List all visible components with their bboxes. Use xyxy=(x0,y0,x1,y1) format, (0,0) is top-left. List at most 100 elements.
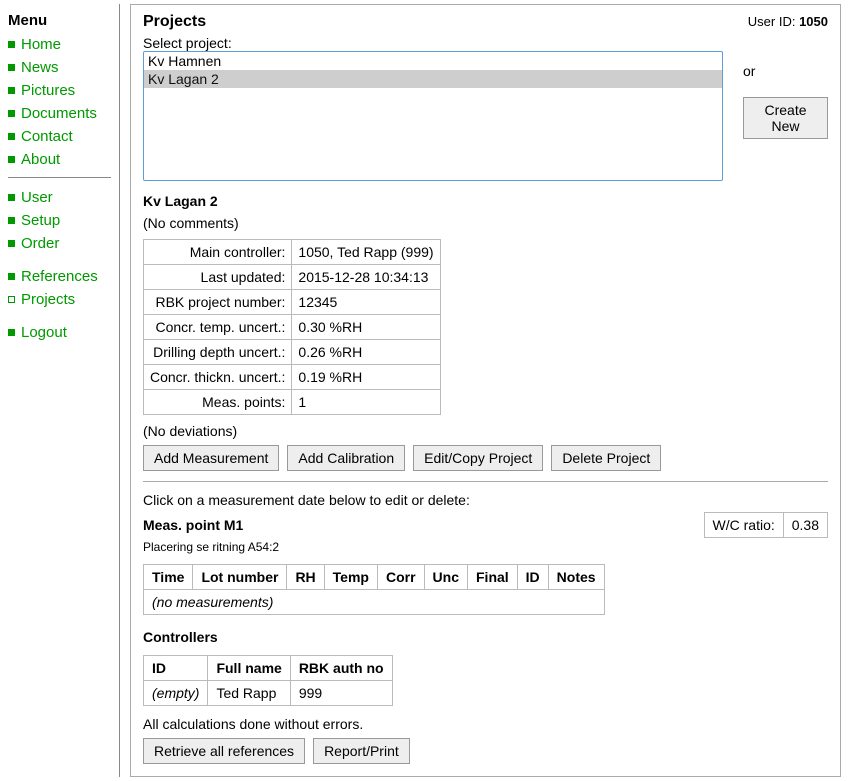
project-select[interactable]: Kv HamnenKv Lagan 2 xyxy=(143,51,723,181)
project-comments: (No comments) xyxy=(143,215,828,231)
sidebar-item-label: References xyxy=(21,268,98,285)
bullet-icon xyxy=(8,87,15,94)
user-id: User ID: 1050 xyxy=(748,14,828,29)
sidebar-item-label: User xyxy=(21,189,53,206)
sidebar-item-about[interactable]: About xyxy=(8,148,111,171)
column-header: Lot number xyxy=(193,565,287,590)
sidebar-item-news[interactable]: News xyxy=(8,56,111,79)
table-row: (empty)Ted Rapp999 xyxy=(144,681,393,706)
detail-row: Concr. temp. uncert.:0.30 %RH xyxy=(144,315,441,340)
detail-row: Main controller:1050, Ted Rapp (999) xyxy=(144,240,441,265)
divider xyxy=(143,481,828,482)
no-measurements-text: (no measurements) xyxy=(144,590,605,615)
detail-row: Meas. points:1 xyxy=(144,390,441,415)
sidebar-item-home[interactable]: Home xyxy=(8,33,111,56)
bullet-icon xyxy=(8,110,15,117)
bullet-icon xyxy=(8,41,15,48)
bullet-icon xyxy=(8,217,15,224)
measurements-table: TimeLot numberRHTempCorrUncFinalIDNotes(… xyxy=(143,564,605,615)
sidebar-item-setup[interactable]: Setup xyxy=(8,209,111,232)
controller-name: Ted Rapp xyxy=(208,681,290,706)
controllers-title: Controllers xyxy=(143,629,828,645)
sidebar-item-logout[interactable]: Logout xyxy=(8,321,111,344)
divider xyxy=(8,177,111,178)
detail-label: Meas. points: xyxy=(144,390,292,415)
detail-label: Main controller: xyxy=(144,240,292,265)
meas-point-title: Meas. point M1 xyxy=(143,517,243,533)
create-new-button[interactable]: Create New xyxy=(743,97,828,139)
report-print-button[interactable]: Report/Print xyxy=(313,738,410,764)
sidebar-item-projects[interactable]: Projects xyxy=(8,288,111,311)
detail-value: 0.30 %RH xyxy=(292,315,440,340)
sidebar-item-label: Home xyxy=(21,36,61,53)
wc-ratio-box: W/C ratio: 0.38 xyxy=(704,512,828,538)
column-header: Full name xyxy=(208,656,290,681)
controller-auth: 999 xyxy=(290,681,392,706)
bullet-icon xyxy=(8,273,15,280)
sidebar-item-label: Logout xyxy=(21,324,67,341)
add-measurement-button[interactable]: Add Measurement xyxy=(143,445,279,471)
sidebar-item-pictures[interactable]: Pictures xyxy=(8,79,111,102)
calc-message: All calculations done without errors. xyxy=(143,716,828,732)
detail-value: 0.19 %RH xyxy=(292,365,440,390)
column-header: ID xyxy=(517,565,548,590)
column-header: Corr xyxy=(377,565,424,590)
sidebar-item-order[interactable]: Order xyxy=(8,232,111,255)
project-details-table: Main controller:1050, Ted Rapp (999)Last… xyxy=(143,239,441,415)
detail-value: 0.26 %RH xyxy=(292,340,440,365)
column-header: RH xyxy=(287,565,324,590)
or-label: or xyxy=(743,63,828,79)
add-calibration-button[interactable]: Add Calibration xyxy=(287,445,405,471)
controllers-table: IDFull nameRBK auth no(empty)Ted Rapp999 xyxy=(143,655,393,706)
page-title: Projects xyxy=(143,13,206,31)
sidebar-item-label: Contact xyxy=(21,128,73,145)
bullet-icon xyxy=(8,156,15,163)
column-header: RBK auth no xyxy=(290,656,392,681)
main-panel: Projects User ID: 1050 Select project: K… xyxy=(130,4,841,777)
bullet-icon xyxy=(8,194,15,201)
detail-label: RBK project number: xyxy=(144,290,292,315)
edit-copy-project-button[interactable]: Edit/Copy Project xyxy=(413,445,543,471)
project-name: Kv Lagan 2 xyxy=(143,193,828,209)
detail-value: 1 xyxy=(292,390,440,415)
deviations-text: (No deviations) xyxy=(143,423,828,439)
menu-title: Menu xyxy=(8,12,111,29)
bullet-icon xyxy=(8,133,15,140)
sidebar-item-user[interactable]: User xyxy=(8,186,111,209)
detail-value: 1050, Ted Rapp (999) xyxy=(292,240,440,265)
column-header: Notes xyxy=(548,565,604,590)
delete-project-button[interactable]: Delete Project xyxy=(551,445,661,471)
bullet-icon xyxy=(8,296,15,303)
sidebar-item-label: News xyxy=(21,59,59,76)
column-header: Temp xyxy=(324,565,377,590)
detail-row: RBK project number:12345 xyxy=(144,290,441,315)
detail-label: Last updated: xyxy=(144,265,292,290)
detail-label: Concr. thickn. uncert.: xyxy=(144,365,292,390)
wc-ratio-value: 0.38 xyxy=(784,513,827,537)
detail-value: 2015-12-28 10:34:13 xyxy=(292,265,440,290)
sidebar-item-label: Pictures xyxy=(21,82,75,99)
column-header: Time xyxy=(144,565,193,590)
click-date-instruction: Click on a measurement date below to edi… xyxy=(143,492,828,508)
sidebar-item-label: Projects xyxy=(21,291,75,308)
sidebar: Menu Home News Pictures Documents Contact Abo… xyxy=(0,4,120,777)
controller-id: (empty) xyxy=(144,681,208,706)
bullet-icon xyxy=(8,329,15,336)
sidebar-item-label: About xyxy=(21,151,60,168)
detail-row: Concr. thickn. uncert.:0.19 %RH xyxy=(144,365,441,390)
sidebar-item-label: Documents xyxy=(21,105,97,122)
detail-row: Last updated:2015-12-28 10:34:13 xyxy=(144,265,441,290)
sidebar-item-label: Order xyxy=(21,235,59,252)
sidebar-item-documents[interactable]: Documents xyxy=(8,102,111,125)
detail-label: Concr. temp. uncert.: xyxy=(144,315,292,340)
wc-ratio-label: W/C ratio: xyxy=(705,513,784,537)
sidebar-item-contact[interactable]: Contact xyxy=(8,125,111,148)
column-header: ID xyxy=(144,656,208,681)
detail-label: Drilling depth uncert.: xyxy=(144,340,292,365)
detail-row: Drilling depth uncert.:0.26 %RH xyxy=(144,340,441,365)
bullet-icon xyxy=(8,240,15,247)
column-header: Unc xyxy=(424,565,467,590)
sidebar-item-references[interactable]: References xyxy=(8,265,111,288)
select-project-label: Select project: xyxy=(143,35,723,51)
retrieve-references-button[interactable]: Retrieve all references xyxy=(143,738,305,764)
